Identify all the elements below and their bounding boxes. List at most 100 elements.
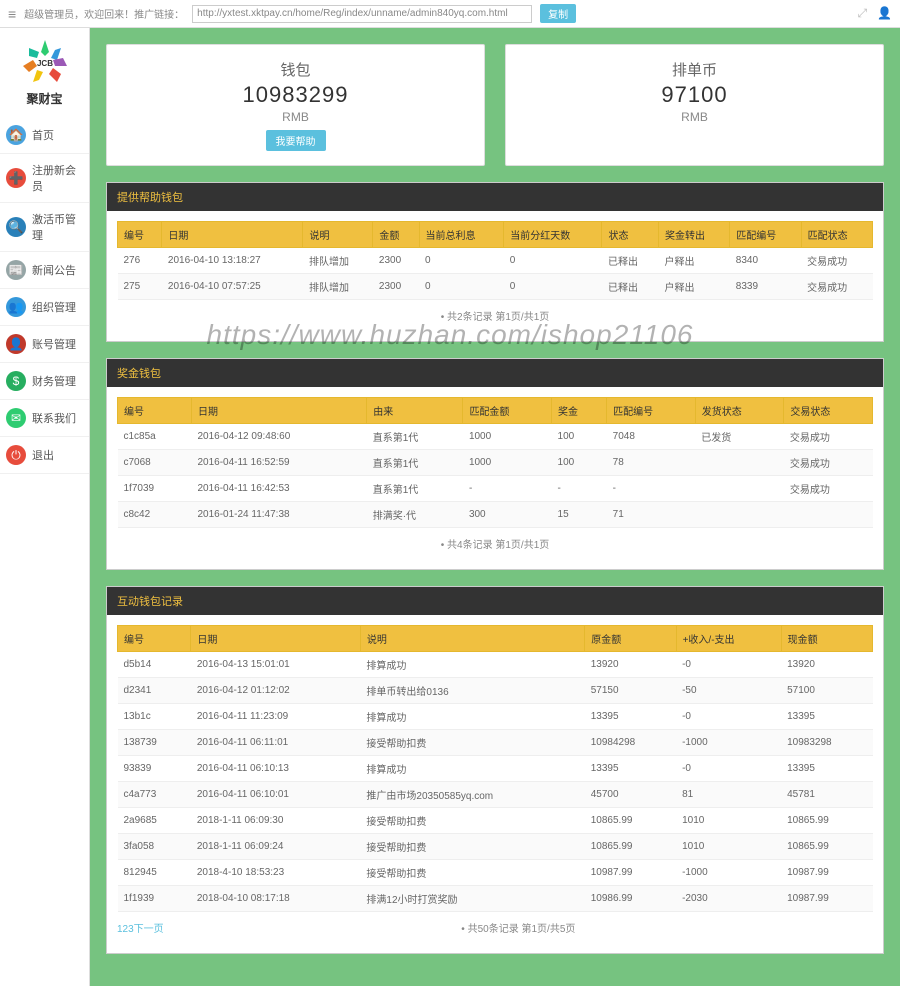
cell: 13b1c bbox=[118, 704, 191, 730]
page-links[interactable]: 123下一页 bbox=[117, 920, 164, 935]
cell: 排算成功 bbox=[360, 756, 584, 782]
cell: 10986.99 bbox=[585, 886, 676, 912]
paidan-title: 排单币 bbox=[514, 59, 875, 80]
sidebar-item-2[interactable]: 🔍激活币管理 bbox=[0, 203, 89, 252]
cell: c1c85a bbox=[118, 424, 192, 450]
table-row: 1f70392016-04-11 16:42:53直系第1代---交易成功 bbox=[118, 476, 873, 502]
wallet-help-button[interactable]: 我要帮助 bbox=[266, 130, 326, 151]
menu-label: 联系我们 bbox=[32, 410, 76, 426]
cell: 户释出 bbox=[658, 274, 729, 300]
cell: 10865.99 bbox=[781, 834, 872, 860]
table-row: 2a96852018-1-11 06:09:30接受帮助扣费10865.9910… bbox=[118, 808, 873, 834]
svg-text:JCB: JCB bbox=[36, 59, 52, 68]
col-header: 发货状态 bbox=[695, 398, 784, 424]
table-row: c70682016-04-11 16:52:59直系第1代100010078交易… bbox=[118, 450, 873, 476]
col-header: 由来 bbox=[367, 398, 463, 424]
cell bbox=[695, 502, 784, 528]
cell: -2030 bbox=[676, 886, 781, 912]
cell: 排队增加 bbox=[303, 248, 373, 274]
sidebar-item-8[interactable]: ⏻退出 bbox=[0, 437, 89, 474]
cell: 45781 bbox=[781, 782, 872, 808]
col-header: 匹配金额 bbox=[463, 398, 552, 424]
copy-button[interactable]: 复制 bbox=[540, 4, 576, 23]
cell: 交易成功 bbox=[784, 424, 873, 450]
bonus-wallet-table: 编号日期由来匹配金额奖金匹配编号发货状态交易状态 c1c85a2016-04-1… bbox=[117, 397, 873, 528]
cell: - bbox=[463, 476, 552, 502]
cell: d2341 bbox=[118, 678, 191, 704]
cell: 2016-04-12 09:48:60 bbox=[191, 424, 366, 450]
promo-url-input[interactable] bbox=[192, 5, 532, 23]
table-row: 2752016-04-10 07:57:25排队增加230000已释出户释出83… bbox=[118, 274, 873, 300]
cell: 接受帮助扣费 bbox=[360, 834, 584, 860]
cell: 93839 bbox=[118, 756, 191, 782]
sidebar-item-0[interactable]: 🏠首页 bbox=[0, 117, 89, 154]
panel-head: 互动钱包记录 bbox=[107, 587, 883, 615]
cell: 直系第1代 bbox=[367, 476, 463, 502]
cell bbox=[695, 450, 784, 476]
sidebar-item-5[interactable]: 👤账号管理 bbox=[0, 326, 89, 363]
cell: 直系第1代 bbox=[367, 450, 463, 476]
cell: -0 bbox=[676, 652, 781, 678]
cell: 13920 bbox=[585, 652, 676, 678]
cell: 10984298 bbox=[585, 730, 676, 756]
cell: - bbox=[552, 476, 607, 502]
cell: 78 bbox=[607, 450, 696, 476]
cell: d5b14 bbox=[118, 652, 191, 678]
cell: 13920 bbox=[781, 652, 872, 678]
cell: 接受帮助扣费 bbox=[360, 730, 584, 756]
col-header: +收入/-支出 bbox=[676, 626, 781, 652]
cell: 0 bbox=[504, 248, 602, 274]
user-icon[interactable]: 👤 bbox=[877, 6, 892, 21]
cell: 2016-04-11 16:52:59 bbox=[191, 450, 366, 476]
cell: 13395 bbox=[585, 756, 676, 782]
cell: 10987.99 bbox=[585, 860, 676, 886]
table-row: 1387392016-04-11 06:11:01接受帮助扣费10984298-… bbox=[118, 730, 873, 756]
cell: 100 bbox=[552, 424, 607, 450]
col-header: 日期 bbox=[191, 398, 366, 424]
wallet-value: 10983299 bbox=[115, 82, 476, 108]
sidebar-item-4[interactable]: 👥组织管理 bbox=[0, 289, 89, 326]
sidebar-item-1[interactable]: ➕注册新会员 bbox=[0, 154, 89, 203]
table-row: c8c422016-01-24 11:47:38排满奖·代3001571 bbox=[118, 502, 873, 528]
menu-icon: 📰 bbox=[6, 260, 26, 280]
sidebar-item-3[interactable]: 📰新闻公告 bbox=[0, 252, 89, 289]
expand-icon[interactable]: ⤢ bbox=[857, 6, 867, 21]
table-row: 13b1c2016-04-11 11:23:09排算成功13395-013395 bbox=[118, 704, 873, 730]
col-header: 匹配编号 bbox=[607, 398, 696, 424]
cell: 2016-04-12 01:12:02 bbox=[191, 678, 361, 704]
sidebar-item-6[interactable]: $财务管理 bbox=[0, 363, 89, 400]
cell: 81 bbox=[676, 782, 781, 808]
sidebar-item-7[interactable]: ✉联系我们 bbox=[0, 400, 89, 437]
panel-head: 提供帮助钱包 bbox=[107, 183, 883, 211]
wallet-title: 钱包 bbox=[115, 59, 476, 80]
cell: 0 bbox=[504, 274, 602, 300]
col-header: 编号 bbox=[118, 398, 192, 424]
cell bbox=[695, 476, 784, 502]
cell: 1000 bbox=[463, 424, 552, 450]
cell: - bbox=[607, 476, 696, 502]
menu-icon: ⏻ bbox=[6, 445, 26, 465]
cell: 2016-04-10 13:18:27 bbox=[162, 248, 303, 274]
col-header: 匹配编号 bbox=[730, 222, 801, 248]
pager: • 共4条记录 第1页/共1页 bbox=[117, 528, 873, 559]
main-content: 钱包 10983299 RMB 我要帮助 排单币 97100 RMB 提供帮助钱… bbox=[90, 28, 900, 986]
table-row: c4a7732016-04-11 06:10:01推广由市场20350585yq… bbox=[118, 782, 873, 808]
cell: 13395 bbox=[585, 704, 676, 730]
cell: 2016-01-24 11:47:38 bbox=[191, 502, 366, 528]
cell: 10865.99 bbox=[585, 808, 676, 834]
sidebar: JCB 聚财宝 🏠首页➕注册新会员🔍激活币管理📰新闻公告👥组织管理👤账号管理$财… bbox=[0, 28, 90, 986]
col-header: 说明 bbox=[303, 222, 373, 248]
cell: 3fa058 bbox=[118, 834, 191, 860]
cell: 0 bbox=[419, 248, 504, 274]
cell: 10987.99 bbox=[781, 886, 872, 912]
cell: 8340 bbox=[730, 248, 801, 274]
menu-icon: ➕ bbox=[6, 168, 26, 188]
hamburger-icon[interactable]: ≡ bbox=[8, 6, 16, 22]
cell: 2018-1-11 06:09:30 bbox=[191, 808, 361, 834]
cell: -0 bbox=[676, 704, 781, 730]
cell: 71 bbox=[607, 502, 696, 528]
brand: JCB 聚财宝 bbox=[0, 28, 89, 117]
col-header: 奖金转出 bbox=[658, 222, 729, 248]
cell: 已发货 bbox=[695, 424, 784, 450]
cell: 推广由市场20350585yq.com bbox=[360, 782, 584, 808]
